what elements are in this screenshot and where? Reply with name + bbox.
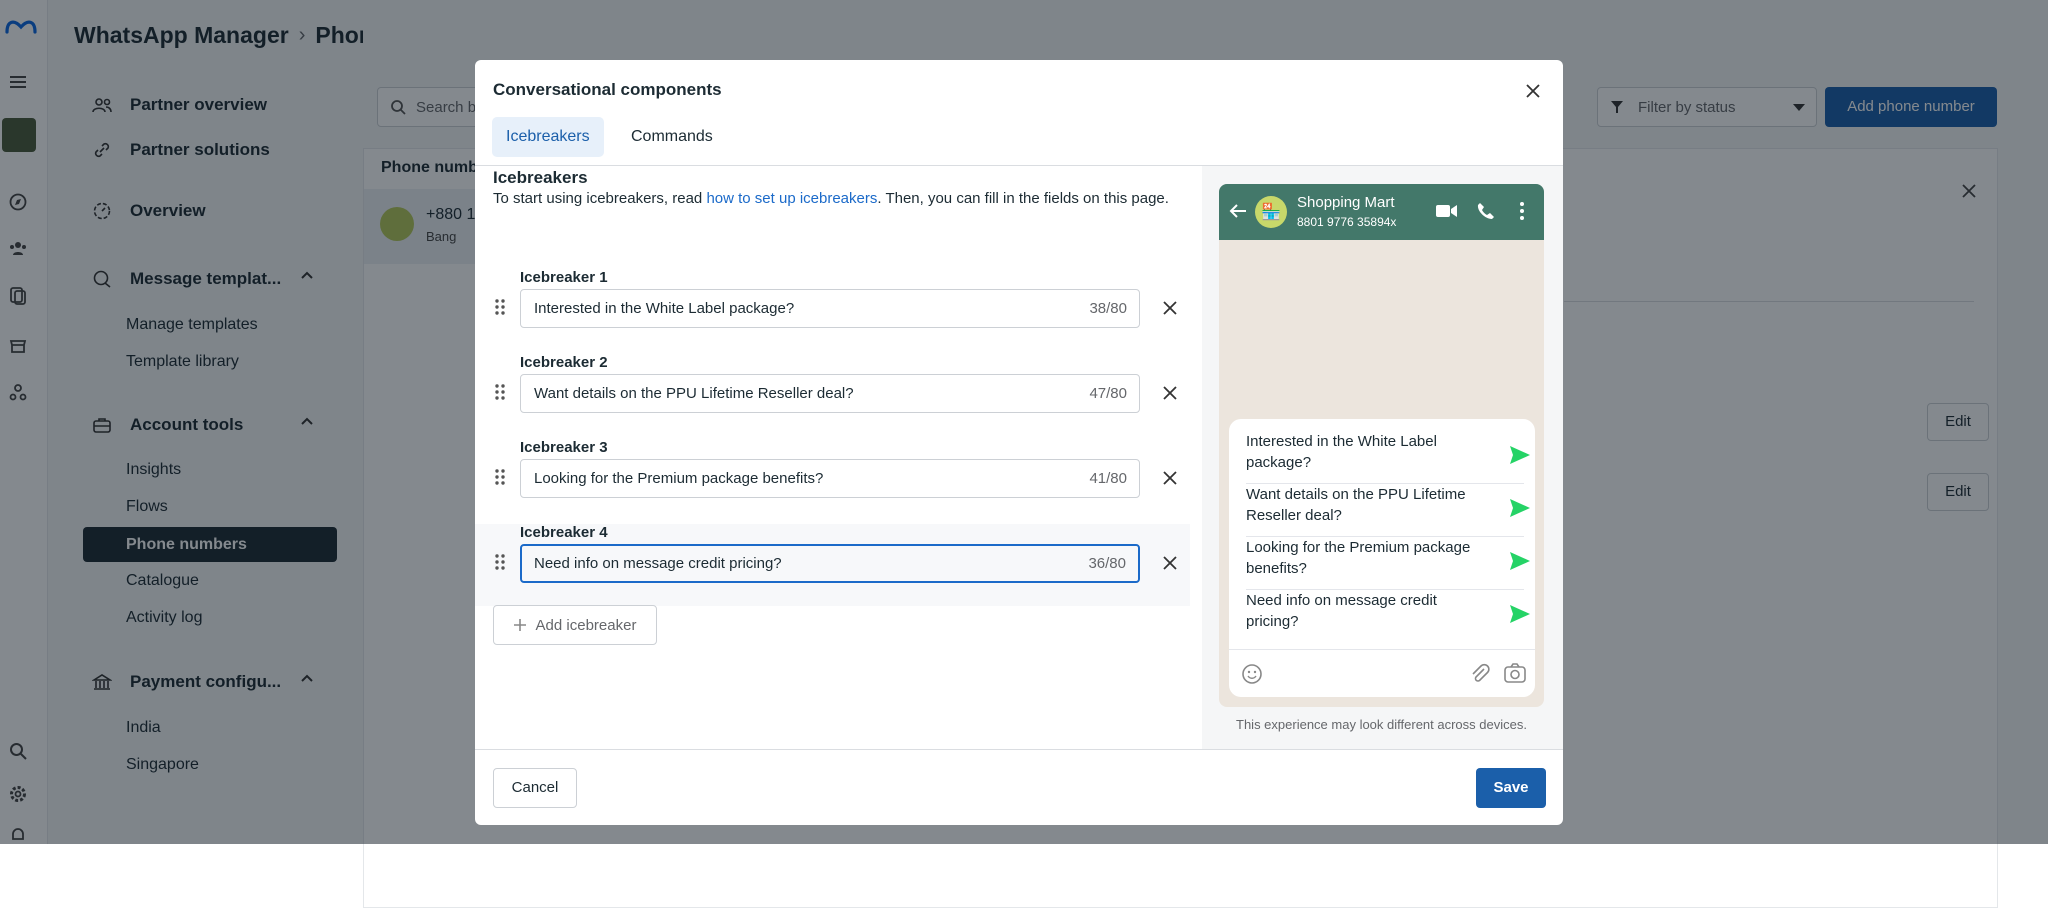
description-text: . Then, you can fill in the fields on th… — [877, 190, 1169, 207]
icebreaker-field: Icebreaker 4 Need info on message credit… — [475, 524, 1190, 606]
remove-icon[interactable] — [1159, 552, 1181, 574]
phone-icon — [1476, 202, 1494, 220]
preview-disclaimer: This experience may look different acros… — [1236, 717, 1527, 732]
char-count: 41/80 — [1089, 470, 1127, 487]
contact-name: Shopping Mart — [1297, 194, 1395, 211]
icebreaker-field: Icebreaker 1 Interested in the White Lab… — [475, 269, 1190, 351]
send-icon — [1509, 498, 1531, 518]
list-item: Need info on message credit pricing? — [1246, 590, 1530, 643]
tab-commands[interactable]: Commands — [617, 117, 727, 157]
char-count: 47/80 — [1089, 385, 1127, 402]
icebreaker-input[interactable]: Interested in the White Label package? 38… — [520, 289, 1140, 328]
char-count: 38/80 — [1089, 300, 1127, 317]
more-options-icon — [1519, 202, 1525, 220]
icebreaker-field: Icebreaker 2 Want details on the PPU Lif… — [475, 354, 1190, 436]
icebreaker-input[interactable]: Need info on message credit pricing? 36/8… — [520, 544, 1140, 583]
composer-bar — [1229, 649, 1535, 697]
icebreaker-list: Interested in the White Label package? W… — [1229, 419, 1535, 697]
plus-icon — [513, 619, 526, 631]
tab-icebreakers[interactable]: Icebreakers — [492, 117, 604, 157]
icebreaker-label: Icebreaker 2 — [520, 354, 608, 371]
list-item: Want details on the PPU Lifetime Reselle… — [1246, 484, 1530, 537]
cancel-button[interactable]: Cancel — [493, 768, 577, 808]
drag-handle-icon[interactable] — [495, 299, 505, 315]
list-item: Interested in the White Label package? — [1246, 431, 1530, 484]
camera-icon — [1504, 663, 1526, 683]
remove-icon[interactable] — [1159, 382, 1181, 404]
add-icebreaker-label: Add icebreaker — [535, 616, 637, 634]
send-icon — [1509, 445, 1531, 465]
emoji-icon — [1241, 663, 1263, 685]
chat-header: 🏪 Shopping Mart 8801 9776 35894x — [1219, 184, 1544, 240]
char-count: 36/80 — [1088, 555, 1126, 572]
input-value: Want details on the PPU Lifetime Reselle… — [534, 385, 854, 402]
drag-handle-icon[interactable] — [495, 469, 505, 485]
input-value: Need info on message credit pricing? — [534, 555, 782, 572]
add-icebreaker-button[interactable]: Add icebreaker — [493, 605, 657, 645]
close-icon[interactable] — [1520, 78, 1546, 104]
conversational-components-dialog: Conversational components Icebreakers Co… — [475, 60, 1563, 825]
contact-avatar: 🏪 — [1255, 196, 1287, 228]
item-text: Need info on message credit pricing? — [1246, 592, 1437, 630]
contact-number: 8801 9776 35894x — [1297, 215, 1397, 229]
input-value: Interested in the White Label package? — [534, 300, 795, 317]
back-arrow-icon — [1229, 203, 1247, 219]
section-title: Icebreakers — [493, 168, 588, 187]
whatsapp-preview: 🏪 Shopping Mart 8801 9776 35894x Interes… — [1219, 184, 1544, 707]
input-value: Looking for the Premium package benefits… — [534, 470, 824, 487]
description-text: To start using icebreakers, read — [493, 190, 707, 207]
icebreaker-label: Icebreaker 1 — [520, 269, 608, 286]
send-icon — [1509, 551, 1531, 571]
divider — [475, 749, 1563, 750]
icebreaker-label: Icebreaker 3 — [520, 439, 608, 456]
drag-handle-icon[interactable] — [495, 554, 505, 570]
icebreaker-label: Icebreaker 4 — [520, 524, 608, 541]
icebreaker-input[interactable]: Want details on the PPU Lifetime Reselle… — [520, 374, 1140, 413]
item-text: Want details on the PPU Lifetime Reselle… — [1246, 486, 1466, 524]
video-call-icon — [1436, 203, 1458, 219]
list-item: Looking for the Premium package benefits… — [1246, 537, 1530, 590]
send-icon — [1509, 604, 1531, 624]
dialog-title: Conversational components — [493, 80, 722, 99]
remove-icon[interactable] — [1159, 297, 1181, 319]
item-text: Interested in the White Label package? — [1246, 433, 1437, 471]
icebreaker-field: Icebreaker 3 Looking for the Premium pac… — [475, 439, 1190, 521]
section-description: To start using icebreakers, read how to … — [493, 188, 1183, 210]
item-text: Looking for the Premium package benefits… — [1246, 539, 1471, 577]
remove-icon[interactable] — [1159, 467, 1181, 489]
save-button[interactable]: Save — [1476, 768, 1546, 808]
setup-guide-link[interactable]: how to set up icebreakers — [706, 190, 877, 207]
attachment-icon — [1469, 663, 1491, 685]
icebreaker-input[interactable]: Looking for the Premium package benefits… — [520, 459, 1140, 498]
drag-handle-icon[interactable] — [495, 384, 505, 400]
